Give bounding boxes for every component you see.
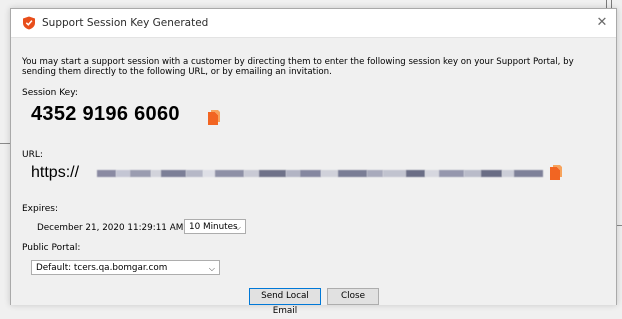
- chevron-down-icon: ⌵: [234, 223, 241, 232]
- url-label: URL:: [22, 150, 43, 160]
- instructions-text: You may start a support session with a c…: [22, 57, 574, 77]
- public-portal-select[interactable]: Default: tcers.qa.bomgar.com ⌵: [31, 260, 220, 275]
- session-key-label: Session Key:: [22, 88, 78, 98]
- copy-icon[interactable]: [207, 109, 221, 126]
- close-icon[interactable]: ✕: [594, 15, 610, 31]
- expires-label: Expires:: [22, 204, 58, 214]
- background-divider: [0, 143, 10, 144]
- support-session-key-dialog: Support Session Key Generated ✕ You may …: [10, 8, 617, 316]
- expires-value: December 21, 2020 11:29:11 AM: [37, 223, 184, 233]
- public-portal-label: Public Portal:: [22, 243, 81, 253]
- copy-icon[interactable]: [549, 164, 563, 181]
- public-portal-selected: Default: tcers.qa.bomgar.com: [36, 263, 168, 273]
- expiry-duration-select[interactable]: 10 Minutes ⌵: [184, 219, 246, 234]
- expiry-duration-selected: 10 Minutes: [189, 222, 238, 232]
- url-value: https://: [31, 164, 80, 181]
- url-redacted: [97, 167, 544, 179]
- bomgar-shield-icon: [23, 16, 35, 30]
- close-button[interactable]: Close: [327, 288, 379, 305]
- session-key-value: 4352 9196 6060: [31, 103, 180, 125]
- window-title: Support Session Key Generated: [42, 17, 209, 29]
- title-bar: Support Session Key Generated ✕: [11, 9, 616, 37]
- dialog-body: You may start a support session with a c…: [11, 37, 616, 316]
- chevron-down-icon: ⌵: [208, 264, 215, 273]
- send-local-email-button[interactable]: Send Local Email: [249, 288, 321, 316]
